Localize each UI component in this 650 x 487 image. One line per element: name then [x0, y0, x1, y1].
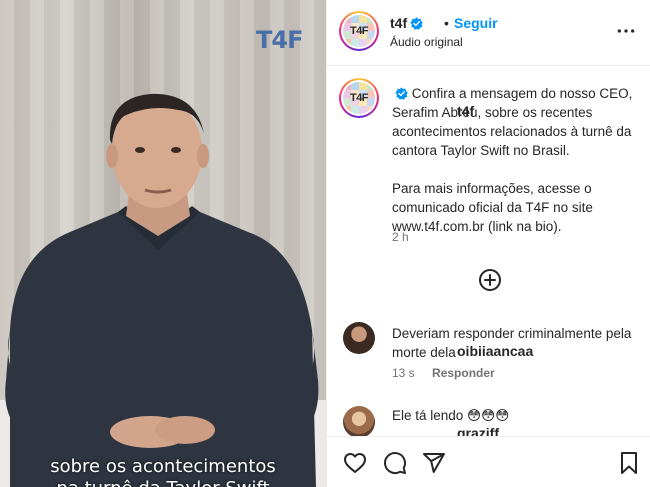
commenter-username[interactable]: oibiiaancaa [457, 342, 533, 361]
caption-username[interactable]: t4f [457, 102, 474, 121]
send-icon[interactable] [422, 451, 446, 475]
reel-video[interactable]: T4F sobre os acontecimentos na turnê da … [0, 0, 326, 487]
post-body: T4F t4f Confira a mensagem do nosso CEO,… [327, 66, 650, 436]
separator-dot: • [444, 15, 449, 31]
commenter-username[interactable]: graziff_ [457, 424, 507, 436]
t4f-logo: T4F [349, 92, 369, 104]
plus-circle-icon[interactable] [478, 268, 502, 292]
bookmark-icon[interactable] [617, 451, 641, 475]
commenter-avatar[interactable] [343, 322, 375, 354]
comment-body: Ele tá lendo 😳😳😳 [392, 408, 510, 423]
post-header: T4F t4f • Seguir Áudio original [327, 0, 650, 66]
t4f-logo: T4F [349, 25, 369, 37]
caption-paragraph-2: Para mais informações, acesse o comunica… [392, 181, 593, 234]
heart-icon[interactable] [343, 451, 367, 475]
author-username[interactable]: t4f [390, 15, 423, 31]
comment-text: oibiiaancaa Deveriam responder criminalm… [392, 324, 637, 362]
commenter-avatar[interactable] [343, 406, 375, 436]
comment-meta: 13 s Responder [392, 366, 509, 380]
caption-author-avatar[interactable]: T4F [339, 78, 379, 118]
comment-text: graziff_ Ele tá lendo 😳😳😳 [392, 406, 637, 436]
post-timestamp[interactable]: 2 h [392, 230, 409, 244]
verified-badge-icon [410, 17, 423, 30]
action-bar [327, 436, 650, 487]
follow-button[interactable]: Seguir [454, 15, 498, 31]
reply-button[interactable]: Responder [432, 366, 495, 380]
speaker-figure [5, 93, 319, 487]
post-panel: T4F t4f • Seguir Áudio original T4F t4f … [326, 0, 650, 487]
video-subtitle-line2: na turnê da Taylor Swift [0, 478, 326, 487]
verified-badge-icon [395, 87, 408, 100]
video-subtitle-line1: sobre os acontecimentos [50, 456, 276, 477]
comment-icon[interactable] [383, 451, 407, 475]
more-horizontal-icon[interactable] [616, 23, 636, 39]
comment-time[interactable]: 13 s [392, 366, 415, 380]
post-caption: t4f Confira a mensagem do nosso CEO, Ser… [392, 84, 644, 236]
author-avatar[interactable]: T4F [339, 11, 379, 51]
audio-label[interactable]: Áudio original [390, 35, 463, 49]
caption-paragraph-1: Confira a mensagem do nosso CEO, Serafim… [392, 86, 633, 158]
